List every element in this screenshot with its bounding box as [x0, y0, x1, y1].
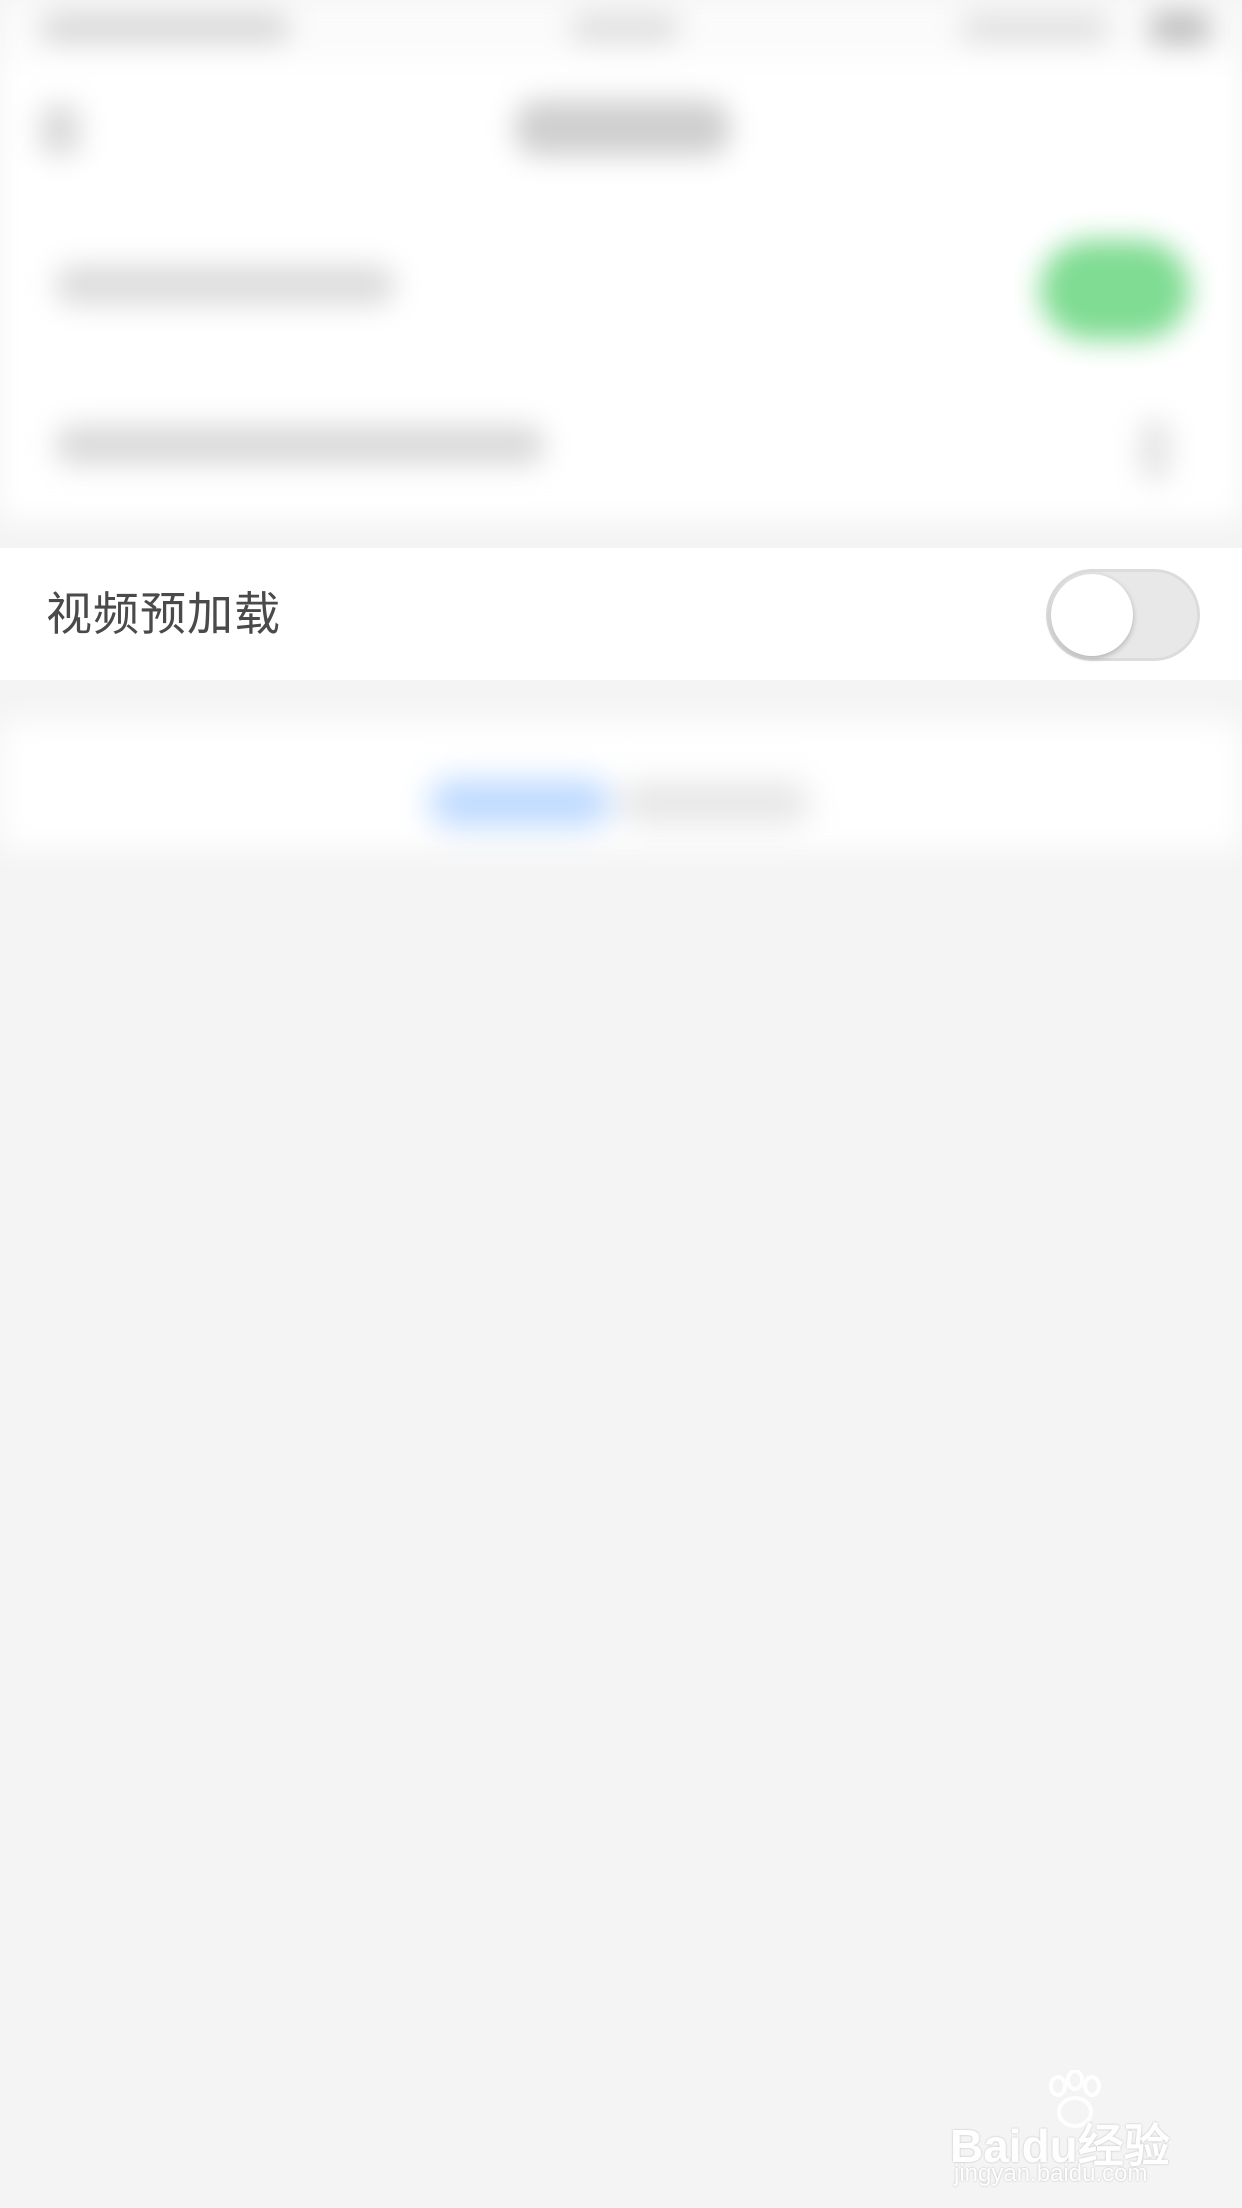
- video-preload-toggle[interactable]: [1046, 569, 1200, 661]
- settings-row-1-toggle[interactable]: [1040, 240, 1190, 340]
- settings-row-3-link[interactable]: [430, 780, 610, 826]
- baidu-watermark: Baidu经验 jingyan.baidu.com: [950, 2070, 1180, 2187]
- status-bar: [0, 0, 1242, 60]
- nav-bar: [0, 60, 1242, 210]
- settings-row-3-text: [620, 782, 810, 824]
- blurred-top-region: [0, 0, 1242, 520]
- chevron-right-icon: [1140, 420, 1170, 480]
- status-carrier: [40, 14, 290, 42]
- back-arrow-icon[interactable]: [40, 105, 80, 155]
- settings-row-1[interactable]: [0, 210, 1242, 370]
- video-preload-row[interactable]: 视频预加载: [0, 548, 1242, 680]
- settings-row-2[interactable]: [0, 370, 1242, 520]
- battery-icon: [1150, 12, 1210, 44]
- toggle-knob: [1051, 574, 1133, 656]
- status-time: [570, 14, 680, 42]
- settings-row-3: [0, 720, 1242, 850]
- video-preload-label: 视频预加载: [46, 587, 281, 641]
- status-indicators: [960, 14, 1110, 42]
- watermark-url: jingyan.baidu.com: [954, 2160, 1148, 2187]
- settings-row-1-label: [55, 265, 395, 305]
- settings-page: 视频预加载 Baidu经验 jingyan.baidu.com: [0, 0, 1242, 2208]
- settings-row-2-label: [55, 425, 545, 465]
- blurred-bottom-row: [0, 700, 1242, 870]
- page-title: [515, 100, 730, 156]
